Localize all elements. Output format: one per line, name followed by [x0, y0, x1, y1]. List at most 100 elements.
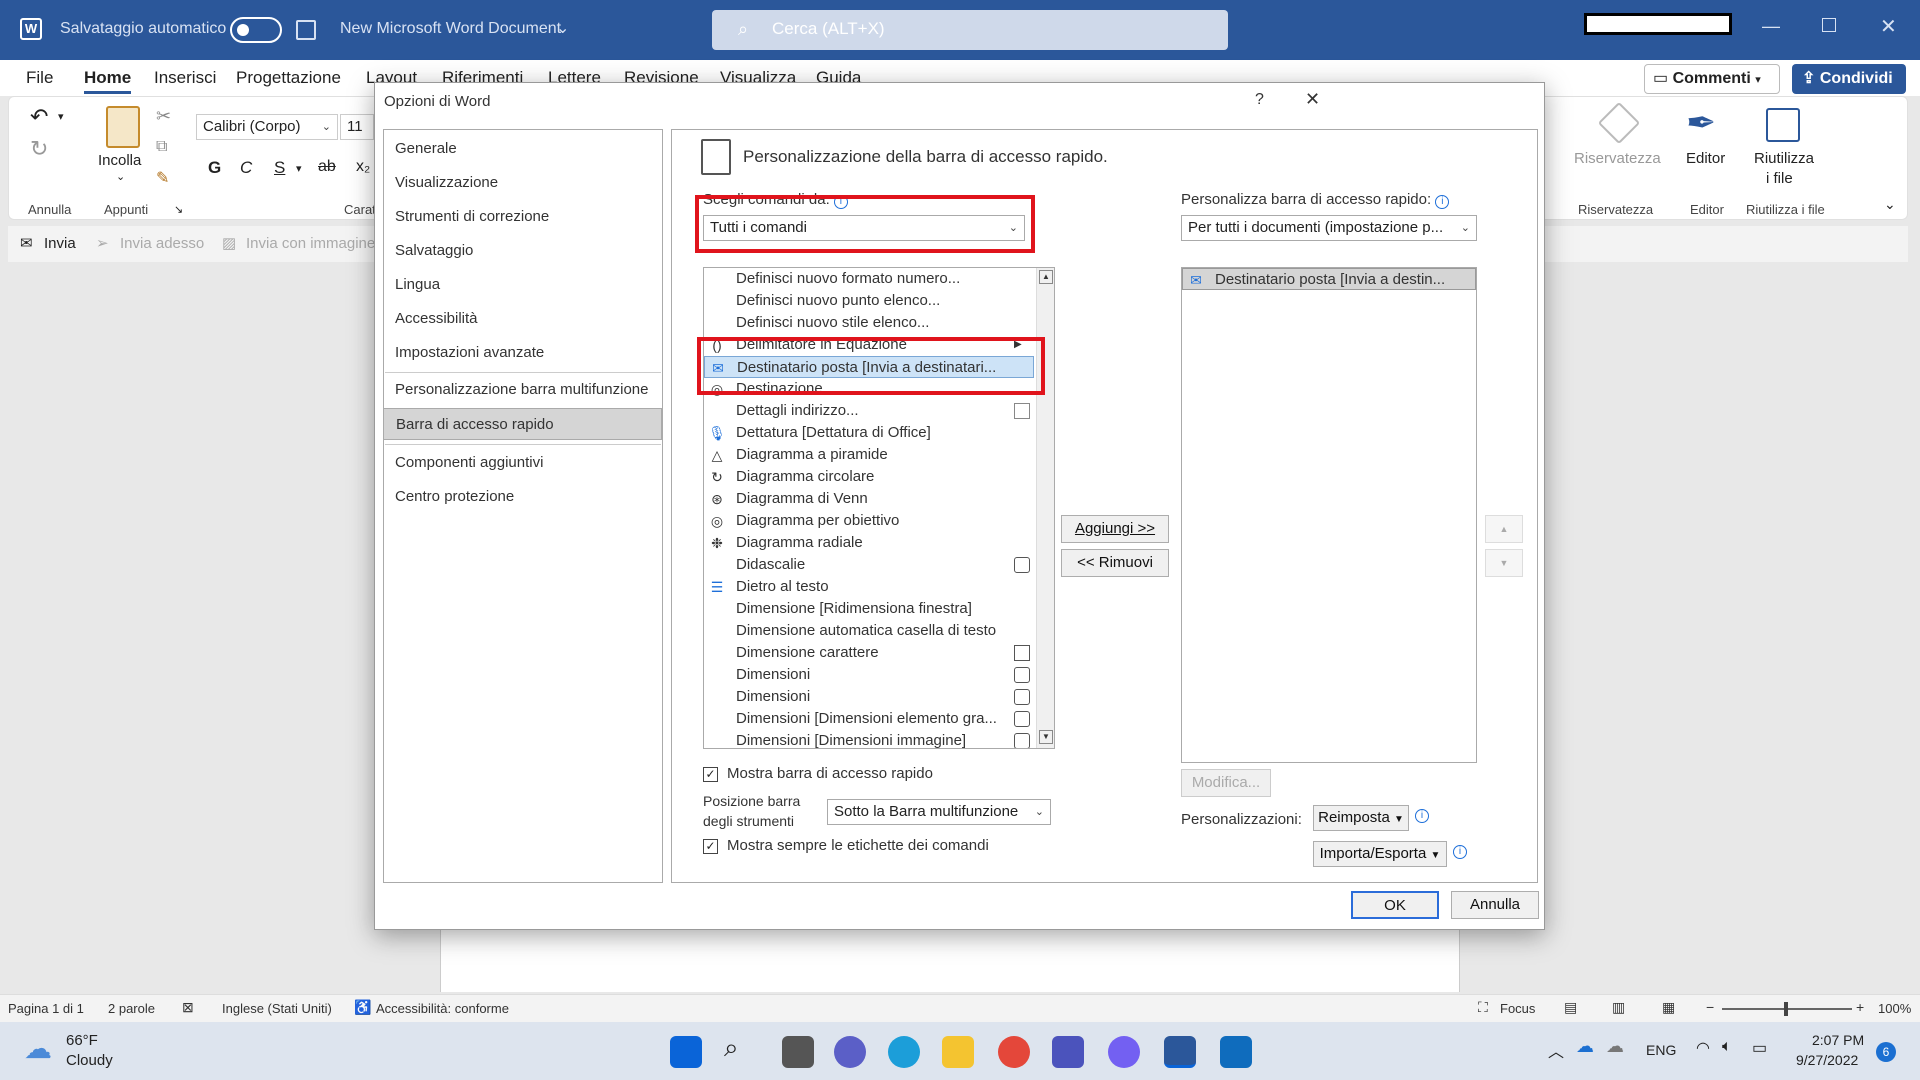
help-button[interactable]: ?	[1255, 91, 1264, 109]
start-icon[interactable]	[670, 1036, 702, 1068]
nav-personalizzazione-barra[interactable]: Personalizzazione barra multifunzione	[383, 374, 662, 406]
add-button[interactable]: Aggiungi >>	[1061, 515, 1169, 543]
undo-icon[interactable]: ↶	[30, 104, 48, 130]
list-item[interactable]: ⊛ Diagramma di Venn	[704, 488, 1034, 510]
reuse-files-icon[interactable]	[1766, 108, 1800, 142]
list-item[interactable]: Dimensioni	[704, 664, 1034, 686]
send-mail-icon[interactable]: ✉	[20, 234, 33, 252]
zoom-in-icon[interactable]: +	[1856, 999, 1864, 1015]
nav-strumenti-correzione[interactable]: Strumenti di correzione	[383, 201, 662, 233]
info-icon[interactable]: i	[1415, 809, 1429, 823]
editor-label[interactable]: Editor	[1686, 150, 1725, 167]
nav-centro-protezione[interactable]: Centro protezione	[383, 481, 662, 513]
paste-icon[interactable]	[106, 106, 140, 148]
list-item[interactable]: Dimensioni [Dimensioni immagine]	[704, 730, 1034, 748]
volume-icon[interactable]: 🔈︎	[1722, 1038, 1732, 1056]
show-qat-label[interactable]: Mostra barra di accesso rapido	[727, 765, 933, 782]
list-item[interactable]: Dimensione carattere	[704, 642, 1034, 664]
nav-accessibilita[interactable]: Accessibilità	[383, 303, 662, 335]
tab-inserisci[interactable]: Inserisci	[154, 68, 216, 88]
list-item[interactable]: Dimensioni	[704, 686, 1034, 708]
redo-icon[interactable]: ↻	[30, 136, 48, 162]
zoom-thumb[interactable]	[1784, 1002, 1788, 1016]
cancel-button[interactable]: Annulla	[1451, 891, 1539, 919]
minimize-icon[interactable]: —	[1762, 16, 1780, 37]
search-icon[interactable]: ⌕	[724, 1032, 739, 1064]
move-up-icon[interactable]: ▲	[1485, 515, 1523, 543]
underline-icon[interactable]: S	[274, 158, 285, 178]
scroll-down-icon[interactable]: ▼	[1039, 730, 1053, 744]
reset-button[interactable]: Reimposta ▼	[1313, 805, 1409, 831]
weather-cond[interactable]: Cloudy	[66, 1052, 113, 1069]
save-icon[interactable]	[296, 20, 316, 40]
position-combo[interactable]: Sotto la Barra multifunzione ⌄	[827, 799, 1051, 825]
list-item[interactable]: 🎙︎ Dettatura [Dettatura di Office]	[704, 422, 1034, 444]
nav-barra-accesso-rapido[interactable]: Barra di accesso rapido	[383, 408, 662, 440]
account-redacted[interactable]	[1584, 13, 1732, 35]
zoom-slider[interactable]	[1722, 1002, 1852, 1016]
qat-items-list[interactable]: ✉ Destinatario posta [Invia a destin...	[1181, 267, 1477, 763]
document-title[interactable]: New Microsoft Word Document	[340, 20, 561, 38]
list-item[interactable]: Didascalie	[704, 554, 1034, 576]
list-item[interactable]: Dimensioni [Dimensioni elemento gra...	[704, 708, 1034, 730]
close-icon[interactable]: ✕	[1305, 89, 1320, 110]
reuse-label-1[interactable]: Riutilizza	[1754, 150, 1814, 167]
qat-send[interactable]: Invia	[44, 235, 76, 252]
teams-chat-icon[interactable]	[834, 1036, 866, 1068]
list-item[interactable]: ↻ Diagramma circolare	[704, 466, 1034, 488]
restore-icon[interactable]	[1822, 18, 1836, 32]
nav-componenti-aggiuntivi[interactable]: Componenti aggiuntivi	[383, 447, 662, 479]
modify-button[interactable]: Modifica...	[1181, 769, 1271, 797]
show-qat-checkbox[interactable]: ✓	[703, 767, 718, 782]
tab-file[interactable]: File	[26, 68, 53, 88]
print-layout-icon[interactable]: ▥	[1612, 999, 1625, 1016]
scroll-up-icon[interactable]: ▲	[1039, 270, 1053, 284]
onedrive-personal-icon[interactable]: ☁	[1606, 1036, 1624, 1057]
nav-salvataggio[interactable]: Salvataggio	[383, 235, 662, 267]
info-icon[interactable]: i	[1435, 195, 1450, 209]
share-button[interactable]: ⇪ Condividi	[1792, 64, 1906, 94]
qat-send-now[interactable]: Invia adesso	[120, 235, 204, 252]
web-layout-icon[interactable]: ▦	[1662, 999, 1675, 1016]
customize-qat-combo[interactable]: Per tutti i documenti (impostazione p...…	[1181, 215, 1477, 241]
list-item[interactable]: ❉ Diagramma radiale	[704, 532, 1034, 554]
zoom-out-icon[interactable]: −	[1706, 999, 1714, 1015]
teams-icon[interactable]	[1052, 1036, 1084, 1068]
nav-generale[interactable]: Generale	[383, 133, 662, 165]
word-taskbar-icon[interactable]	[1164, 1036, 1196, 1068]
privacy-label[interactable]: Riservatezza	[1574, 150, 1661, 167]
page-count[interactable]: Pagina 1 di 1	[8, 1001, 84, 1016]
word-count[interactable]: 2 parole	[108, 1001, 155, 1016]
chrome-icon[interactable]	[998, 1036, 1030, 1068]
nav-lingua[interactable]: Lingua	[383, 269, 662, 301]
dialog-launcher-icon[interactable]: ↘	[174, 203, 183, 216]
editor-icon[interactable]: ✒	[1686, 102, 1716, 144]
viber-icon[interactable]	[1108, 1036, 1140, 1068]
clock-date[interactable]: 9/27/2022	[1796, 1052, 1858, 1068]
proofing-icon[interactable]: ⊠	[182, 999, 194, 1016]
font-name-combo[interactable]: Calibri (Corpo) ⌄	[196, 114, 338, 140]
focus-label[interactable]: Focus	[1500, 1001, 1535, 1016]
show-labels-checkbox[interactable]: ✓	[703, 839, 718, 854]
import-export-button[interactable]: Importa/Esporta ▼	[1313, 841, 1447, 867]
font-size-combo[interactable]: 11	[340, 114, 374, 140]
list-item[interactable]: △ Diagramma a piramide	[704, 444, 1034, 466]
close-icon[interactable]: ✕	[1880, 14, 1897, 39]
chevron-down-icon[interactable]: ▾	[296, 162, 302, 175]
qat-send-image[interactable]: Invia con immagine	[246, 235, 375, 252]
outlook-icon[interactable]	[1220, 1036, 1252, 1068]
info-icon[interactable]: i	[1453, 845, 1467, 859]
list-item[interactable]: Dettagli indirizzo...	[704, 400, 1034, 422]
notification-badge[interactable]: 6	[1876, 1042, 1896, 1062]
search-box[interactable]: ⌕ Cerca (ALT+X)	[712, 10, 1228, 50]
list-item[interactable]: Definisci nuovo formato numero...	[704, 268, 1034, 290]
autosave-toggle[interactable]	[230, 17, 282, 43]
read-mode-icon[interactable]: ▤	[1564, 999, 1577, 1016]
show-labels-label[interactable]: Mostra sempre le etichette dei comandi	[727, 837, 989, 854]
task-view-icon[interactable]	[782, 1036, 814, 1068]
chevron-up-icon[interactable]: ︿	[1548, 1038, 1564, 1062]
tab-home[interactable]: Home	[84, 68, 132, 94]
chevron-down-icon[interactable]: ⌄	[556, 18, 569, 38]
chevron-down-icon[interactable]: ▾	[58, 110, 64, 123]
ok-button[interactable]: OK	[1351, 891, 1439, 919]
